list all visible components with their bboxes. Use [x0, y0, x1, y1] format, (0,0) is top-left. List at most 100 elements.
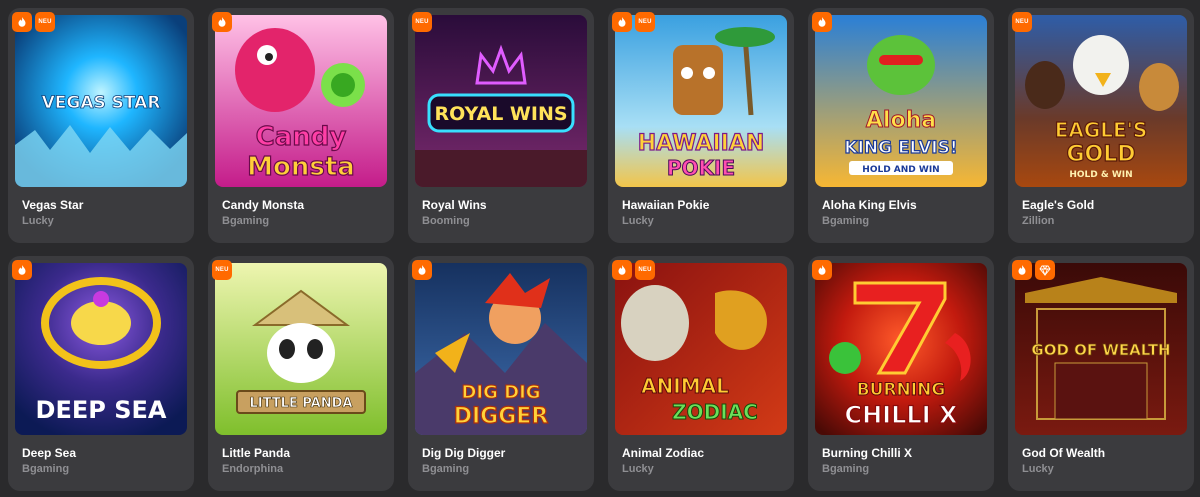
art-title-line1: DIG DIG — [461, 382, 540, 403]
badge-group: NEU — [412, 12, 432, 32]
badge-group: NEU — [212, 260, 232, 280]
game-card-dig-dig-digger[interactable]: DIG DIG DIGGER Dig Dig Digger Bgaming — [408, 256, 594, 491]
game-art: GOD OF WEALTH — [1015, 263, 1187, 435]
game-provider: Lucky — [622, 463, 654, 475]
art-title: DEEP SEA — [36, 396, 167, 424]
game-thumbnail[interactable]: HAWAIIAN POKIE — [615, 15, 787, 187]
game-thumbnail[interactable]: DIG DIG DIGGER — [415, 263, 587, 435]
badge-group: NEU — [612, 260, 655, 280]
art-title: GOD OF WEALTH — [1031, 341, 1170, 359]
game-thumbnail[interactable]: BURNING CHILLI X — [815, 263, 987, 435]
game-title: God Of Wealth — [1022, 446, 1106, 460]
game-art: Candy Monsta — [215, 15, 387, 187]
game-title: Candy Monsta — [222, 198, 305, 212]
new-badge: NEU — [1012, 12, 1032, 32]
badge-group: NEU — [12, 12, 55, 32]
game-card-royal-wins[interactable]: ROYAL WINS NEU Royal Wins Booming — [408, 8, 594, 243]
game-thumbnail[interactable]: Aloha KING ELVIS! HOLD AND WIN — [815, 15, 987, 187]
game-title: Dig Dig Digger — [422, 446, 506, 460]
art-title-line1: EAGLE'S — [1055, 118, 1148, 142]
game-provider: Booming — [422, 215, 470, 227]
game-title: Animal Zodiac — [622, 446, 705, 460]
game-card-little-panda[interactable]: LITTLE PANDA NEU Little Panda Endorphina — [208, 256, 394, 491]
art-title-line1: ANIMAL — [641, 374, 729, 398]
badge-group — [812, 12, 832, 32]
game-art: Aloha KING ELVIS! HOLD AND WIN — [815, 15, 987, 187]
art-title: VEGAS STAR — [42, 93, 161, 113]
game-card-eagles-gold[interactable]: EAGLE'S GOLD HOLD & WIN NEU Eagle's Gold… — [1008, 8, 1194, 243]
game-provider: Lucky — [622, 215, 654, 227]
game-thumbnail[interactable]: DEEP SEA — [15, 263, 187, 435]
game-card-candy-monsta[interactable]: Candy Monsta Candy Monsta Bgaming — [208, 8, 394, 243]
game-art: HAWAIIAN POKIE — [615, 15, 787, 187]
art-subtitle: HOLD & WIN — [1069, 170, 1132, 180]
new-badge: NEU — [212, 260, 232, 280]
art-title-line2: ZODIAC — [672, 400, 758, 424]
art-title-line2: POKIE — [667, 156, 735, 180]
game-card-animal-zodiac[interactable]: ANIMAL ZODIAC NEU Animal Zodiac Lucky — [608, 256, 794, 491]
game-thumbnail[interactable]: EAGLE'S GOLD HOLD & WIN — [1015, 15, 1187, 187]
new-badge: NEU — [635, 12, 655, 32]
game-art: ROYAL WINS — [415, 15, 587, 187]
game-provider: Lucky — [1022, 463, 1054, 475]
game-art: LITTLE PANDA — [215, 263, 387, 435]
game-thumbnail[interactable]: Candy Monsta — [215, 15, 387, 187]
art-subtitle: HOLD AND WIN — [862, 165, 939, 175]
art-title: LITTLE PANDA — [250, 396, 353, 411]
game-thumbnail[interactable]: GOD OF WEALTH — [1015, 263, 1187, 435]
art-title-line1: BURNING — [857, 380, 946, 400]
art-title-line2: KING ELVIS! — [844, 138, 957, 158]
game-card-burning-chilli-x[interactable]: BURNING CHILLI X Burning Chilli X Bgamin… — [808, 256, 994, 491]
game-art: EAGLE'S GOLD HOLD & WIN — [1015, 15, 1187, 187]
hot-badge-icon — [812, 260, 832, 280]
game-card-hawaiian-pokie[interactable]: HAWAIIAN POKIE NEU Hawaiian Pokie Lucky — [608, 8, 794, 243]
badge-group — [412, 260, 432, 280]
game-title: Royal Wins — [422, 198, 487, 212]
game-provider: Lucky — [22, 215, 54, 227]
game-provider: Bgaming — [222, 215, 270, 227]
game-thumbnail[interactable]: ROYAL WINS — [415, 15, 587, 187]
game-thumbnail[interactable]: LITTLE PANDA — [215, 263, 387, 435]
game-title: Eagle's Gold — [1022, 198, 1095, 212]
hot-badge-icon — [12, 12, 32, 32]
new-badge: NEU — [635, 260, 655, 280]
badge-group: NEU — [1012, 12, 1032, 32]
game-art: VEGAS STAR — [15, 15, 187, 187]
game-title: Deep Sea — [22, 446, 77, 460]
hot-badge-icon — [612, 260, 632, 280]
hot-badge-icon — [12, 260, 32, 280]
game-art: BURNING CHILLI X — [815, 263, 987, 435]
new-badge: NEU — [35, 12, 55, 32]
game-art: DIG DIG DIGGER — [415, 263, 587, 435]
art-title-line1: Aloha — [866, 108, 936, 133]
game-provider: Zillion — [1022, 215, 1055, 227]
badge-group — [1012, 260, 1055, 280]
game-card-vegas-star[interactable]: VEGAS STAR NEU Vegas Star Lucky — [8, 8, 194, 243]
game-provider: Endorphina — [222, 463, 284, 475]
art-title-line2: DIGGER — [454, 404, 549, 429]
hot-badge-icon — [412, 260, 432, 280]
art-title-line1: Candy — [256, 122, 347, 152]
game-title: Aloha King Elvis — [822, 198, 917, 212]
hot-badge-icon — [812, 12, 832, 32]
game-art: DEEP SEA — [15, 263, 187, 435]
badge-group — [12, 260, 32, 280]
hot-badge-icon — [612, 12, 632, 32]
game-card-aloha-king-elvis[interactable]: Aloha KING ELVIS! HOLD AND WIN Aloha Kin… — [808, 8, 994, 243]
new-badge: NEU — [412, 12, 432, 32]
art-title-line2: GOLD — [1066, 142, 1135, 167]
art-title-line1: HAWAIIAN — [638, 131, 765, 156]
game-thumbnail[interactable]: VEGAS STAR — [15, 15, 187, 187]
game-provider: Bgaming — [422, 463, 470, 475]
game-title: Burning Chilli X — [822, 446, 912, 460]
game-title: Little Panda — [222, 446, 291, 460]
art-title: ROYAL WINS — [434, 103, 567, 125]
hot-badge-icon — [212, 12, 232, 32]
game-thumbnail[interactable]: ANIMAL ZODIAC — [615, 263, 787, 435]
game-title: Vegas Star — [22, 198, 84, 212]
game-provider: Bgaming — [22, 463, 70, 475]
game-provider: Bgaming — [822, 215, 870, 227]
game-card-god-of-wealth[interactable]: GOD OF WEALTH God Of Wealth Lucky — [1008, 256, 1194, 491]
badge-group — [212, 12, 232, 32]
game-card-deep-sea[interactable]: DEEP SEA Deep Sea Bgaming — [8, 256, 194, 491]
